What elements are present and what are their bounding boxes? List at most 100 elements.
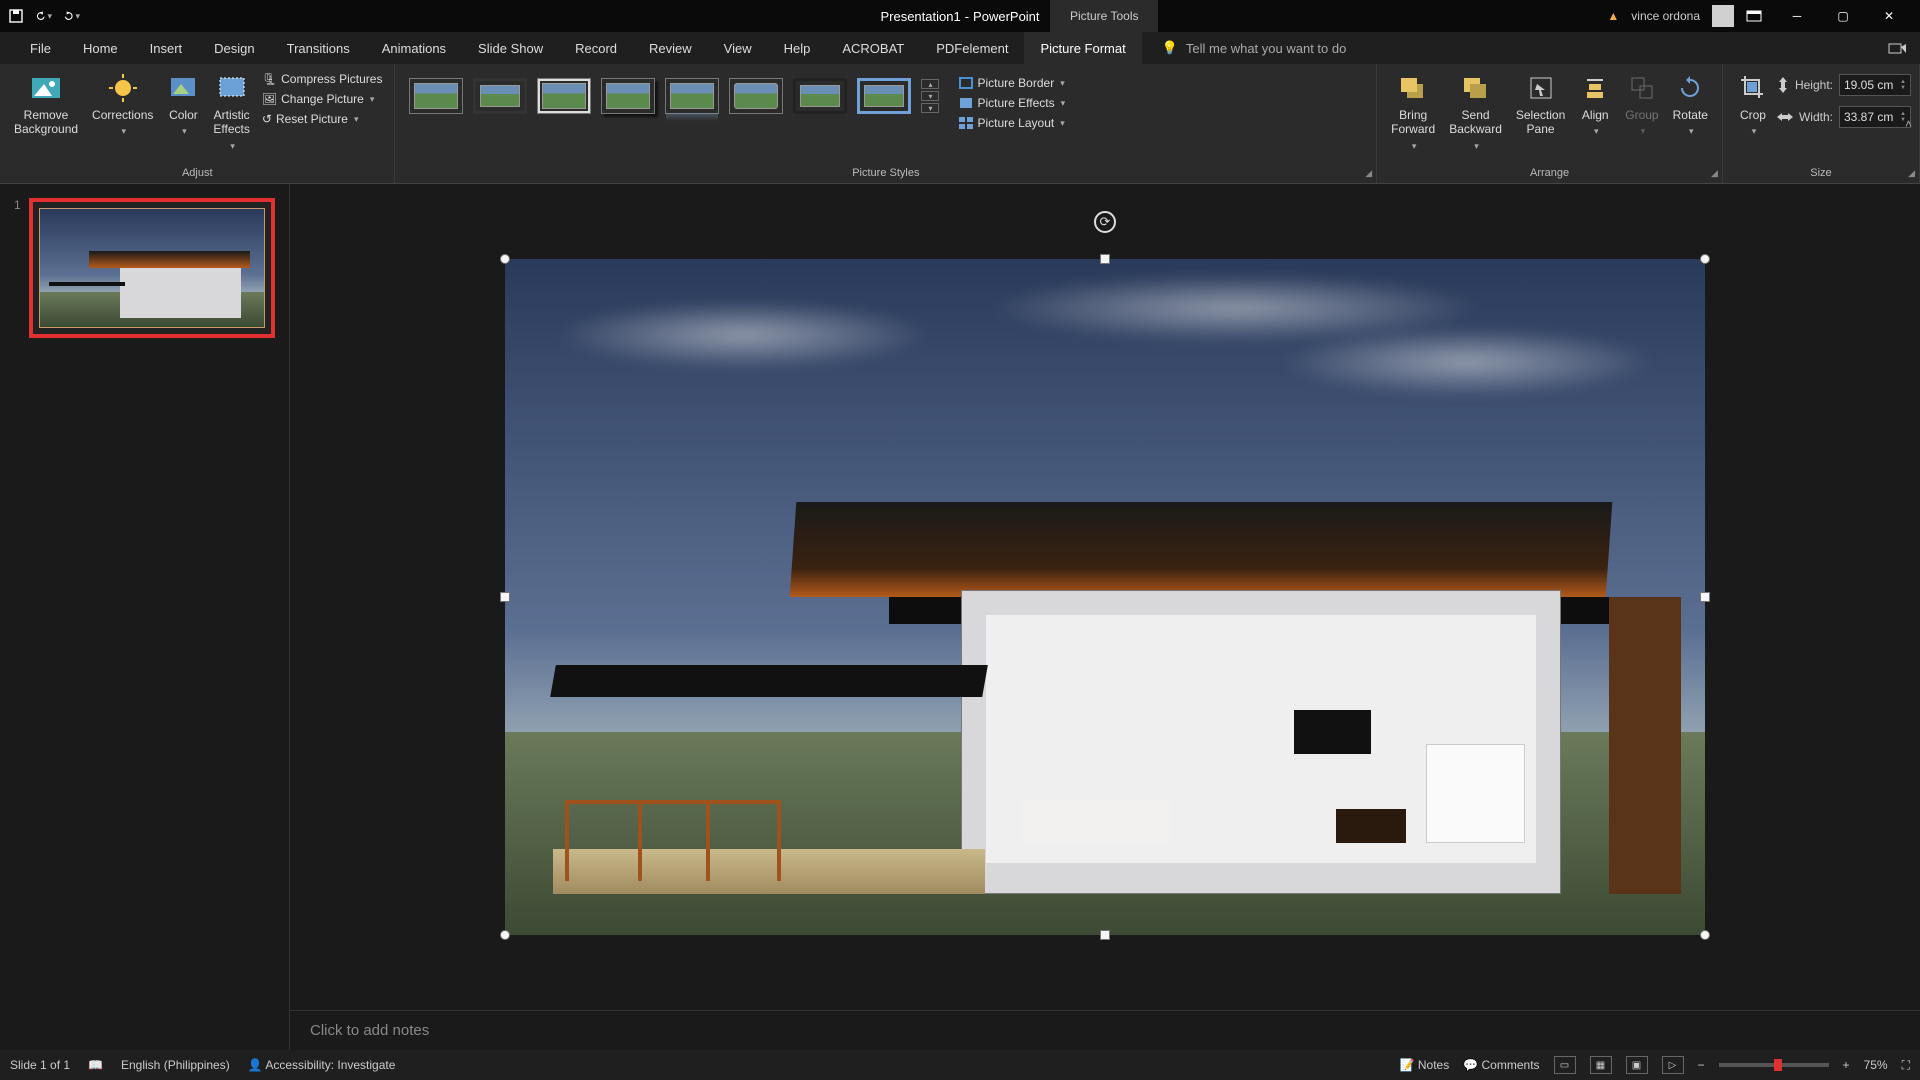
status-language[interactable]: English (Philippines): [121, 1058, 230, 1072]
user-avatar[interactable]: [1712, 5, 1734, 27]
maximize-button[interactable]: ▢: [1820, 0, 1866, 32]
ribbon-tabs: File Home Insert Design Transitions Anim…: [0, 32, 1920, 64]
rotate-button[interactable]: Rotate: [1667, 68, 1714, 156]
tab-animations[interactable]: Animations: [366, 32, 462, 64]
remove-background-button[interactable]: Remove Background: [8, 68, 84, 156]
group-arrange: Bring Forward Send Backward Selection Pa…: [1377, 64, 1723, 183]
user-name[interactable]: vince ordona: [1631, 9, 1700, 23]
status-spellcheck-icon[interactable]: 📖: [88, 1058, 103, 1072]
resize-handle-n[interactable]: [1100, 254, 1110, 264]
picture-effects-button[interactable]: Picture Effects: [955, 94, 1069, 112]
bring-forward-button[interactable]: Bring Forward: [1385, 68, 1441, 156]
redo-button[interactable]: [64, 8, 80, 24]
align-button[interactable]: Align: [1573, 68, 1617, 156]
gallery-more-button[interactable]: ▴▾▾: [921, 79, 939, 113]
tab-record[interactable]: Record: [559, 32, 633, 64]
change-picture-button[interactable]: 🖼Change Picture: [258, 90, 387, 108]
zoom-slider[interactable]: [1719, 1063, 1829, 1067]
remove-background-icon: [30, 72, 62, 104]
artistic-effects-button[interactable]: Artistic Effects: [207, 68, 255, 156]
tab-transitions[interactable]: Transitions: [271, 32, 366, 64]
resize-handle-se[interactable]: [1700, 930, 1710, 940]
view-normal-button[interactable]: ▭: [1554, 1056, 1576, 1074]
tab-acrobat[interactable]: ACROBAT: [826, 32, 920, 64]
rotation-handle[interactable]: ⟳: [1094, 211, 1116, 233]
group-button: Group: [1619, 68, 1664, 156]
send-backward-button[interactable]: Send Backward: [1443, 68, 1508, 156]
zoom-in-button[interactable]: +: [1843, 1058, 1850, 1072]
picture-border-button[interactable]: Picture Border: [955, 74, 1069, 92]
tab-file[interactable]: File: [14, 32, 67, 64]
tab-pdfelement[interactable]: PDFelement: [920, 32, 1024, 64]
slide-thumbnail-1[interactable]: [29, 198, 275, 338]
undo-button[interactable]: [36, 8, 52, 24]
style-thumb-7[interactable]: [793, 78, 847, 114]
style-thumb-2[interactable]: [473, 78, 527, 114]
resize-handle-ne[interactable]: [1700, 254, 1710, 264]
tab-insert[interactable]: Insert: [134, 32, 199, 64]
compress-pictures-button[interactable]: 🗜Compress Pictures: [258, 70, 387, 88]
tab-home[interactable]: Home: [67, 32, 134, 64]
artistic-effects-icon: [216, 72, 248, 104]
corrections-button[interactable]: Corrections: [86, 68, 159, 156]
status-comments-button[interactable]: 💬 Comments: [1463, 1058, 1539, 1072]
notes-pane[interactable]: Click to add notes: [290, 1010, 1920, 1050]
close-button[interactable]: ✕: [1866, 0, 1912, 32]
style-thumb-8[interactable]: [857, 78, 911, 114]
zoom-level[interactable]: 75%: [1864, 1058, 1888, 1072]
minimize-button[interactable]: ─: [1774, 0, 1820, 32]
resize-handle-w[interactable]: [500, 592, 510, 602]
height-input[interactable]: 19.05 cm▲▼: [1839, 74, 1911, 96]
resize-handle-sw[interactable]: [500, 930, 510, 940]
style-thumb-4[interactable]: [601, 78, 655, 114]
tell-me-search[interactable]: 💡 Tell me what you want to do: [1162, 32, 1347, 64]
group-label-adjust: Adjust: [8, 165, 386, 183]
save-icon[interactable]: [8, 8, 24, 24]
size-launcher-icon[interactable]: ◢: [1908, 168, 1915, 179]
view-sorter-button[interactable]: ▦: [1590, 1056, 1612, 1074]
style-thumb-5[interactable]: [665, 78, 719, 114]
resize-handle-s[interactable]: [1100, 930, 1110, 940]
slide-canvas-area[interactable]: ⟳: [290, 184, 1920, 1050]
picture-effects-icon: [959, 97, 973, 109]
view-slideshow-button[interactable]: ▷: [1662, 1056, 1684, 1074]
status-accessibility[interactable]: 👤 Accessibility: Investigate: [248, 1058, 396, 1072]
selection-pane-button[interactable]: Selection Pane: [1510, 68, 1571, 156]
collapse-ribbon-icon[interactable]: ˄: [1905, 117, 1912, 131]
tab-design[interactable]: Design: [198, 32, 270, 64]
zoom-out-button[interactable]: −: [1698, 1058, 1705, 1072]
arrange-launcher-icon[interactable]: ◢: [1711, 168, 1718, 179]
tab-picture-format[interactable]: Picture Format: [1024, 32, 1141, 64]
crop-icon: [1737, 72, 1769, 104]
style-thumb-3[interactable]: [537, 78, 591, 114]
lightbulb-icon: 💡: [1162, 40, 1178, 56]
ribbon-display-options-icon[interactable]: [1746, 10, 1762, 22]
fit-to-window-button[interactable]: ⛶: [1902, 1058, 1910, 1073]
width-input[interactable]: 33.87 cm▲▼: [1839, 106, 1911, 128]
picture-styles-gallery[interactable]: ▴▾▾: [403, 68, 945, 124]
share-button[interactable]: [1888, 32, 1906, 64]
resize-handle-nw[interactable]: [500, 254, 510, 264]
ribbon: Remove Background Corrections Color Arti…: [0, 64, 1920, 184]
style-thumb-6[interactable]: [729, 78, 783, 114]
tab-view[interactable]: View: [708, 32, 768, 64]
style-thumb-1[interactable]: [409, 78, 463, 114]
reset-picture-button[interactable]: ↺Reset Picture: [258, 110, 387, 128]
styles-launcher-icon[interactable]: ◢: [1365, 168, 1372, 179]
tab-help[interactable]: Help: [768, 32, 827, 64]
slide-number: 1: [14, 198, 21, 212]
selected-picture[interactable]: ⟳: [505, 259, 1705, 935]
picture-content: [505, 259, 1705, 935]
resize-handle-e[interactable]: [1700, 592, 1710, 602]
slide-thumbnails-panel[interactable]: 1: [0, 184, 290, 1050]
color-button[interactable]: Color: [161, 68, 205, 156]
group-label-arrange: Arrange: [1385, 165, 1714, 183]
width-label: Width:: [1799, 110, 1833, 124]
status-notes-button[interactable]: 📝 Notes: [1400, 1058, 1450, 1072]
tab-review[interactable]: Review: [633, 32, 708, 64]
view-reading-button[interactable]: ▣: [1626, 1056, 1648, 1074]
status-slide-info: Slide 1 of 1: [10, 1058, 70, 1072]
crop-button[interactable]: Crop: [1731, 68, 1775, 141]
tab-slideshow[interactable]: Slide Show: [462, 32, 559, 64]
picture-layout-button[interactable]: Picture Layout: [955, 114, 1069, 132]
